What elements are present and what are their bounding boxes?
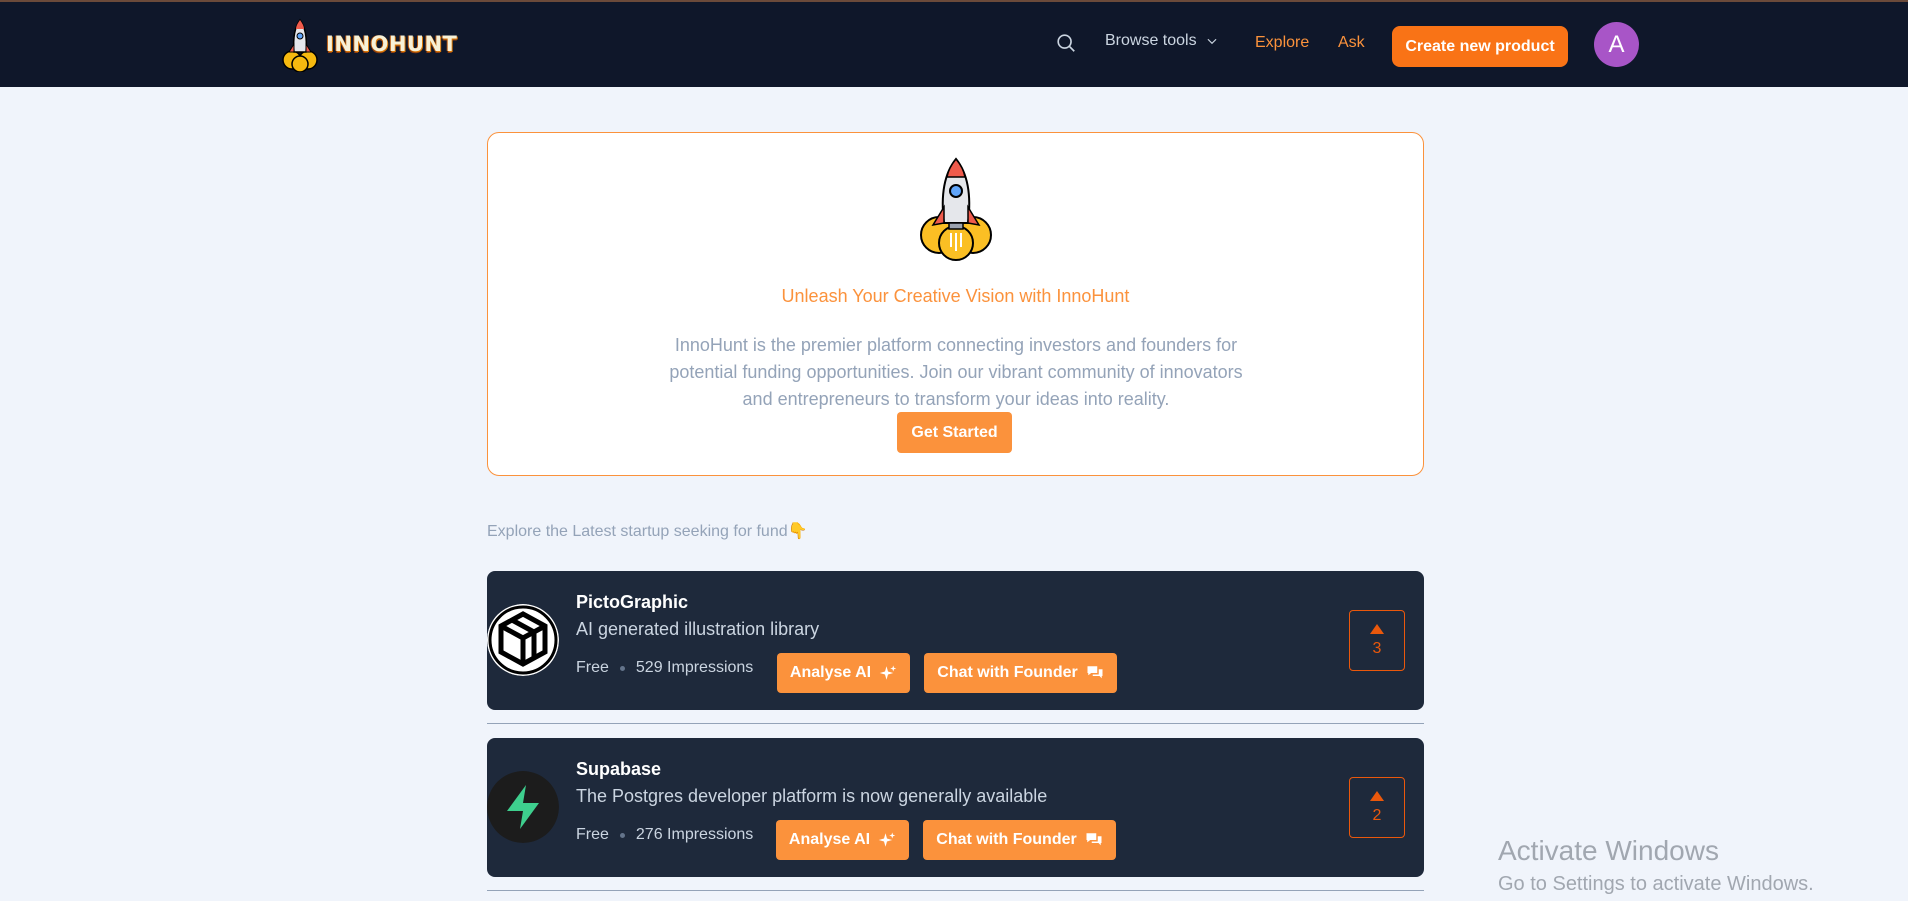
- analyse-ai-button[interactable]: Analyse AI: [777, 653, 910, 693]
- product-tagline: The Postgres developer platform is now g…: [576, 786, 1048, 806]
- chat-icon: [1086, 833, 1102, 846]
- chat-with-founder-button[interactable]: Chat with Founder: [923, 820, 1116, 860]
- supabase-logo-icon: [487, 771, 559, 843]
- product-impressions: 276 Impressions: [635, 826, 754, 843]
- rocket-icon: [282, 18, 318, 72]
- product-logo: [487, 604, 559, 676]
- analyse-ai-label: Analyse AI: [788, 831, 871, 848]
- windows-activation-watermark: Activate Windows Go to Settings to activ…: [1498, 835, 1814, 896]
- rocket-illustration-icon: [920, 157, 992, 261]
- watermark-title: Activate Windows: [1498, 835, 1719, 866]
- product-meta: Free 529 Impressions: [576, 659, 753, 677]
- hero-card: Unleash Your Creative Vision with InnoHu…: [487, 132, 1424, 476]
- brand-logo[interactable]: INNOHUNT: [278, 16, 457, 72]
- upvote-count: 2: [1372, 806, 1382, 824]
- chat-icon: [1087, 666, 1103, 679]
- product-impressions: 529 Impressions: [635, 659, 754, 676]
- chat-with-founder-button[interactable]: Chat with Founder: [924, 653, 1117, 693]
- explore-link[interactable]: Explore: [1255, 34, 1309, 52]
- ask-link[interactable]: Ask: [1338, 34, 1365, 52]
- create-new-product-button[interactable]: Create new product: [1392, 26, 1568, 67]
- product-name[interactable]: Supabase: [576, 759, 661, 780]
- upvote-button[interactable]: 3: [1349, 610, 1405, 671]
- upvote-arrow-icon: [1370, 790, 1384, 801]
- upvote-arrow-icon: [1370, 623, 1384, 634]
- product-logo: [487, 771, 559, 843]
- product-card[interactable]: PictoGraphic AI generated illustration l…: [487, 571, 1424, 710]
- browse-tools-menu[interactable]: Browse tools: [1105, 32, 1219, 50]
- chat-with-founder-label: Chat with Founder: [937, 664, 1078, 681]
- upvote-button[interactable]: 2: [1349, 777, 1405, 838]
- hero-title: Unleash Your Creative Vision with InnoHu…: [781, 286, 1130, 306]
- chevron-down-icon: [1207, 38, 1217, 45]
- analyse-ai-label: Analyse AI: [789, 664, 872, 681]
- pictographic-logo-icon: [487, 604, 559, 676]
- sparkle-icon: [878, 832, 896, 847]
- section-label: Explore the Latest startup seeking for f…: [487, 523, 808, 540]
- analyse-ai-button[interactable]: Analyse AI: [776, 820, 909, 860]
- sparkle-icon: [879, 665, 897, 680]
- hero-description: InnoHunt is the premier platform connect…: [669, 335, 1243, 409]
- product-tagline: AI generated illustration library: [576, 619, 820, 639]
- product-pricing: Free: [576, 826, 609, 843]
- brand-name: INNOHUNT: [326, 32, 458, 56]
- product-name[interactable]: PictoGraphic: [576, 592, 688, 613]
- product-meta: Free 276 Impressions: [576, 826, 753, 844]
- product-card[interactable]: Supabase The Postgres developer platform…: [487, 738, 1424, 877]
- product-pricing: Free: [576, 659, 609, 676]
- watermark-subtitle: Go to Settings to activate Windows.: [1498, 873, 1814, 895]
- search-icon[interactable]: [1055, 32, 1077, 54]
- divider: [487, 890, 1424, 891]
- navbar: INNOHUNT Browse tools Explore Ask Create…: [0, 2, 1908, 87]
- avatar[interactable]: A: [1594, 22, 1639, 67]
- get-started-button[interactable]: Get Started: [897, 412, 1012, 453]
- separator-dot: [619, 832, 625, 838]
- chat-with-founder-label: Chat with Founder: [936, 831, 1077, 848]
- browse-tools-label: Browse tools: [1105, 32, 1197, 49]
- upvote-count: 3: [1372, 639, 1382, 657]
- separator-dot: [619, 665, 625, 671]
- divider: [487, 723, 1424, 724]
